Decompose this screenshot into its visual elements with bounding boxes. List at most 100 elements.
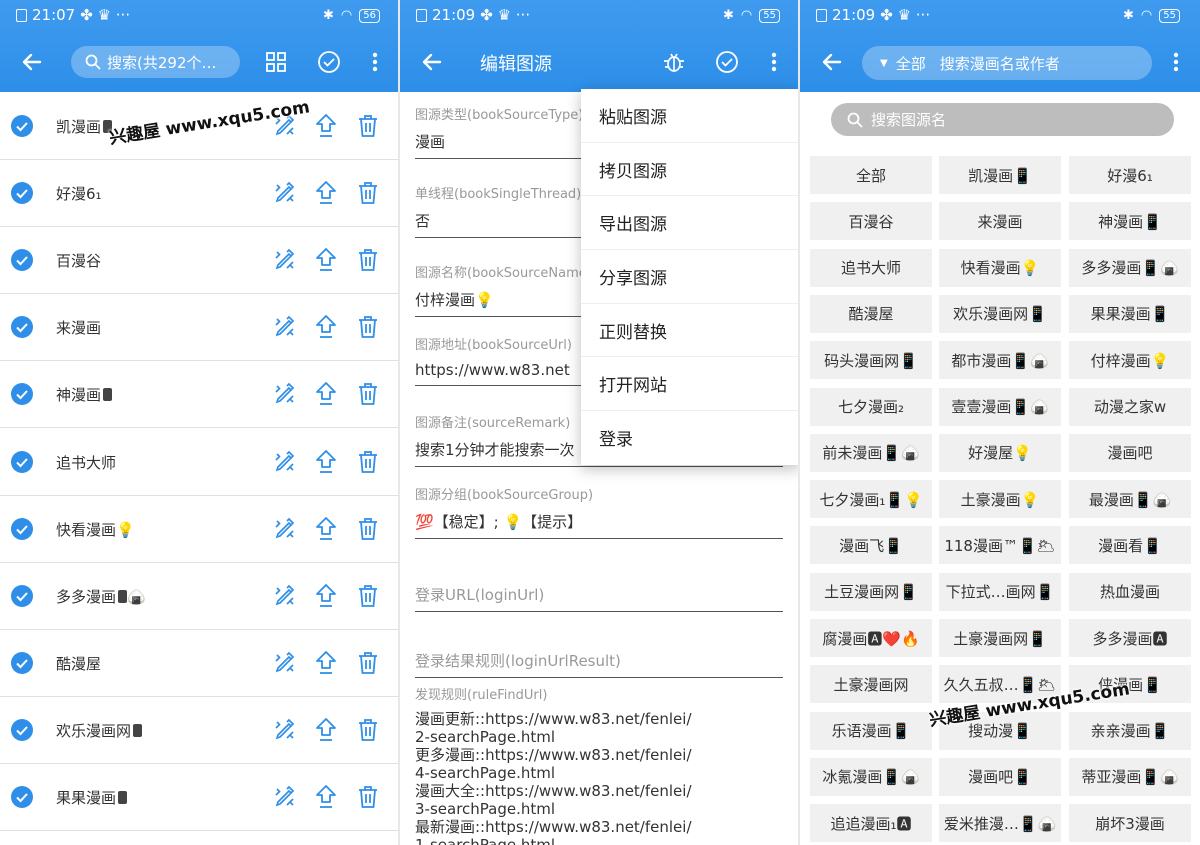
scope-select[interactable]: 全部	[896, 53, 926, 74]
group-chip[interactable]: 土豪漫画网	[810, 665, 932, 704]
list-item[interactable]: 酷漫屋	[0, 630, 400, 697]
edit-tools-icon[interactable]	[273, 517, 297, 541]
delete-trash-icon[interactable]	[356, 784, 380, 810]
checked-circle-icon[interactable]	[11, 316, 33, 339]
move-top-icon[interactable]	[314, 583, 338, 609]
move-top-icon[interactable]	[314, 247, 338, 273]
group-chip[interactable]: 全部	[810, 156, 932, 194]
group-chip[interactable]: 腐漫画🅰❤️🔥	[810, 619, 932, 657]
edit-tools-icon[interactable]	[273, 382, 297, 406]
delete-trash-icon[interactable]	[356, 314, 380, 340]
group-chip[interactable]: 多多漫画🅰	[1069, 619, 1191, 657]
group-chip[interactable]: 凯漫画📱	[939, 156, 1061, 194]
rule-find-url-textarea[interactable]: 漫画更新::https://www.w83.net/fenlei/2-searc…	[415, 710, 715, 845]
group-chip[interactable]: 热血漫画	[1069, 572, 1191, 611]
move-top-icon[interactable]	[314, 449, 338, 475]
list-item[interactable]: 来漫画	[0, 294, 400, 362]
edit-tools-icon[interactable]	[273, 450, 297, 474]
delete-trash-icon[interactable]	[356, 113, 380, 139]
group-chip[interactable]: 漫画飞📱	[810, 526, 932, 565]
group-chip[interactable]: 漫画吧	[1069, 433, 1191, 472]
checked-circle-icon[interactable]	[11, 182, 33, 205]
menu-item[interactable]: 拷贝图源	[581, 143, 800, 197]
group-chip[interactable]: 百漫谷	[810, 202, 932, 241]
delete-trash-icon[interactable]	[356, 180, 380, 206]
menu-item[interactable]: 导出图源	[581, 196, 800, 251]
menu-item[interactable]: 粘贴图源	[581, 89, 800, 143]
delete-trash-icon[interactable]	[356, 381, 380, 407]
group-chip[interactable]: 神漫画📱	[1069, 202, 1191, 241]
save-check-icon[interactable]	[715, 50, 739, 74]
field-book-source-group[interactable]: 图源分组(bookSourceGroup) 💯【稳定】; 💡【提示】	[415, 484, 783, 539]
list-item[interactable]: 百漫谷	[0, 227, 400, 295]
group-chip[interactable]: 土豪漫画💡	[939, 480, 1061, 519]
move-top-icon[interactable]	[314, 180, 338, 206]
group-chip[interactable]: 动漫之家w	[1069, 387, 1191, 426]
group-chip[interactable]: 快看漫画💡	[939, 248, 1061, 287]
move-top-icon[interactable]	[314, 113, 338, 139]
group-chip[interactable]: 下拉式…画网📱	[939, 572, 1061, 611]
group-chip[interactable]: 崩坏3漫画	[1069, 804, 1191, 843]
group-chip[interactable]: 亲亲漫画📱	[1069, 711, 1191, 750]
field-login-url-result[interactable]: 登录结果规则(loginUrlResult)	[415, 642, 783, 678]
grid-view-icon[interactable]	[264, 50, 288, 74]
checked-circle-icon[interactable]	[11, 450, 33, 473]
group-chip[interactable]: 码头漫画网📱	[810, 341, 932, 380]
group-chip[interactable]: 土豪漫画网📱	[939, 619, 1061, 657]
group-chip[interactable]: 都市漫画📱🍙	[939, 341, 1061, 380]
more-vertical-icon[interactable]	[762, 50, 786, 74]
move-top-icon[interactable]	[314, 381, 338, 407]
search-input[interactable]: 搜索(共292个…	[71, 46, 240, 78]
group-chip[interactable]: 好漫屋💡	[939, 433, 1061, 472]
edit-tools-icon[interactable]	[273, 584, 297, 608]
back-arrow-icon[interactable]	[20, 50, 44, 74]
menu-item[interactable]: 分享图源	[581, 250, 800, 304]
list-item[interactable]: 神漫画	[0, 361, 400, 429]
group-chip[interactable]: 漫画吧📱	[939, 757, 1061, 796]
edit-tools-icon[interactable]	[273, 315, 297, 339]
group-chip[interactable]: 果果漫画📱	[1069, 294, 1191, 333]
select-all-check-icon[interactable]	[317, 50, 341, 74]
group-chip[interactable]: 118漫画™📱🌥	[939, 526, 1061, 565]
menu-item[interactable]: 登录	[581, 411, 800, 465]
checked-circle-icon[interactable]	[11, 383, 33, 406]
delete-trash-icon[interactable]	[356, 650, 380, 676]
group-chip[interactable]: 漫画看📱	[1069, 526, 1191, 565]
edit-tools-icon[interactable]	[273, 651, 297, 675]
list-item[interactable]: 追书大师	[0, 429, 400, 496]
edit-tools-icon[interactable]	[273, 718, 297, 742]
group-chip[interactable]: 爱米推漫…📱🍙	[939, 804, 1061, 843]
list-item[interactable]: 欢乐漫画网	[0, 697, 400, 764]
group-search-input[interactable]: 搜索图源名	[831, 103, 1174, 136]
move-top-icon[interactable]	[314, 516, 338, 542]
move-top-icon[interactable]	[314, 314, 338, 340]
group-chip[interactable]: 来漫画	[939, 202, 1061, 241]
list-item[interactable]: 果果漫画	[0, 764, 400, 831]
group-chip[interactable]: 追追漫画₁🅰	[810, 804, 932, 843]
checked-circle-icon[interactable]	[11, 786, 33, 808]
edit-tools-icon[interactable]	[273, 181, 297, 205]
checked-circle-icon[interactable]	[11, 517, 33, 540]
back-arrow-icon[interactable]	[820, 50, 844, 74]
group-chip[interactable]: 七夕漫画₂	[810, 387, 932, 426]
delete-trash-icon[interactable]	[356, 583, 380, 609]
delete-trash-icon[interactable]	[356, 247, 380, 273]
group-chip[interactable]: 好漫6₁	[1069, 156, 1191, 194]
list-item[interactable]: 快看漫画💡	[0, 496, 400, 563]
checked-circle-icon[interactable]	[11, 249, 33, 272]
back-arrow-icon[interactable]	[420, 50, 444, 74]
move-top-icon[interactable]	[314, 717, 338, 743]
delete-trash-icon[interactable]	[356, 717, 380, 743]
debug-bug-icon[interactable]	[662, 50, 686, 74]
group-chip[interactable]: 七夕漫画₁📱💡	[810, 480, 932, 519]
delete-trash-icon[interactable]	[356, 449, 380, 475]
group-chip[interactable]: 最漫画📱🍙	[1069, 480, 1191, 519]
group-chip[interactable]: 多多漫画📱🍙	[1069, 248, 1191, 287]
checked-circle-icon[interactable]	[11, 651, 33, 674]
move-top-icon[interactable]	[314, 650, 338, 676]
group-chip[interactable]: 追书大师	[810, 248, 932, 287]
move-top-icon[interactable]	[314, 784, 338, 810]
checked-circle-icon[interactable]	[11, 115, 33, 137]
field-login-url[interactable]: 登录URL(loginUrl)	[415, 576, 783, 612]
checked-circle-icon[interactable]	[11, 584, 33, 607]
